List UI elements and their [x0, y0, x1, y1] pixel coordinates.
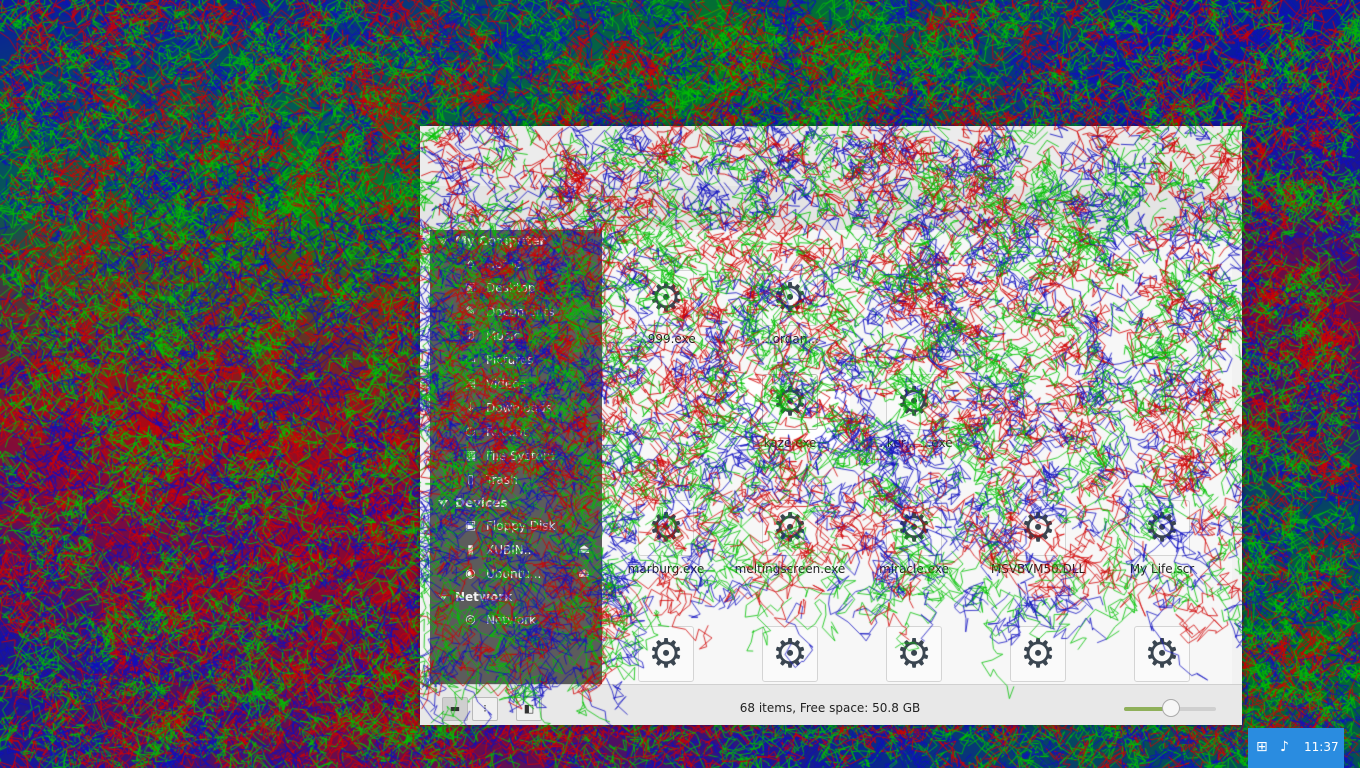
executable-gear-icon: ⚙: [762, 270, 818, 326]
collapse-triangle-icon: [438, 238, 448, 245]
sidebar-item-usb-drive[interactable]: ▮ XUBIN... ⏏: [430, 538, 602, 562]
executable-gear-icon: ⚙: [886, 626, 942, 682]
file-item[interactable]: ⚙: [978, 626, 1098, 684]
recent-icon: ◷: [465, 424, 476, 438]
clock[interactable]: 11:37: [1304, 739, 1339, 755]
floppy-icon: ▣: [464, 518, 477, 532]
zoom-slider-handle[interactable]: [1162, 699, 1180, 717]
folder-icon: ▬: [449, 702, 461, 715]
tree-icon: ⁝: [483, 702, 487, 715]
status-text: 68 items, Free space: 50.8 GB: [739, 701, 921, 715]
videos-icon: ▤: [464, 376, 477, 390]
sidebar-toggle-icon: ◧: [523, 702, 535, 715]
documents-icon: ✎: [465, 304, 476, 318]
eject-icon[interactable]: ⏏: [578, 538, 590, 562]
sidebar-item-videos[interactable]: ▤ Videos: [430, 372, 602, 396]
sidebar-header-network[interactable]: Network: [430, 586, 602, 608]
executable-gear-icon: ⚙: [1010, 500, 1066, 556]
sidebar-item-cdrom[interactable]: ◉ Ubuntu... ⏏: [430, 562, 602, 586]
cdrom-icon: ◉: [465, 566, 476, 580]
window-toolbar: [420, 186, 1242, 230]
pictures-icon: ▭: [464, 352, 477, 366]
executable-gear-icon: ⚙: [886, 374, 942, 430]
sidebar-section-devices: Devices ▣ Floppy Disk ▮ XUBIN... ⏏ ◉ Ubuntu.…: [430, 492, 602, 586]
network-icon[interactable]: ⊞: [1256, 739, 1268, 755]
file-item[interactable]: ⚙ My Life.scr: [1102, 500, 1222, 576]
file-manager-window[interactable]: My Computer ⌂ Home ▣ Desktop ✎ Documents ♫ M…: [420, 126, 1242, 725]
collapse-triangle-icon: [438, 500, 448, 507]
file-item[interactable]: ⚙: [730, 626, 850, 684]
sidebar-item-floppy[interactable]: ▣ Floppy Disk: [430, 514, 602, 538]
executable-gear-icon: ⚙: [762, 500, 818, 556]
sidebar-item-desktop[interactable]: ▣ Desktop: [430, 276, 602, 300]
sidebar-section-network: Network ◎ Network: [430, 586, 602, 632]
sidebar-item-documents[interactable]: ✎ Documents: [430, 300, 602, 324]
sidebar-item-music[interactable]: ♫ Music: [430, 324, 602, 348]
file-item[interactable]: ⚙ MSVBVM50.DLL: [978, 500, 1098, 576]
trash-icon: ▯: [467, 472, 474, 486]
executable-gear-icon: ⚙: [886, 500, 942, 556]
show-treeview-button[interactable]: ⁝: [472, 697, 498, 721]
file-item[interactable]: ⚙ meltingscreen.exe: [730, 500, 850, 576]
sidebar-item-home[interactable]: ⌂ Home: [430, 252, 602, 276]
music-icon: ♫: [465, 328, 476, 342]
collapse-triangle-icon: [438, 594, 448, 601]
file-grid[interactable]: ⚙ ...999.exe ⚙ ...organ... ⚙ kaze.exe ⚙ …: [602, 230, 1232, 684]
file-item[interactable]: ⚙: [854, 626, 974, 684]
sidebar-section-my-computer: My Computer ⌂ Home ▣ Desktop ✎ Documents ♫ M…: [430, 230, 602, 492]
sidebar-item-recent[interactable]: ◷ Recent: [430, 420, 602, 444]
usb-drive-icon: ▮: [467, 542, 474, 556]
sidebar-item-network[interactable]: ◎ Network: [430, 608, 602, 632]
executable-gear-icon: ⚙: [638, 270, 694, 326]
file-item[interactable]: ⚙: [1102, 626, 1222, 684]
executable-gear-icon: ⚙: [638, 626, 694, 682]
file-item[interactable]: ⚙ marburg.exe: [606, 500, 726, 576]
network-icon: ◎: [465, 612, 476, 626]
executable-gear-icon: ⚙: [762, 626, 818, 682]
file-item[interactable]: ⚙ ...999.exe: [606, 270, 726, 346]
system-tray: ⊞ ♪ 11:37: [1248, 728, 1344, 768]
volume-icon[interactable]: ♪: [1280, 739, 1289, 755]
sidebar: My Computer ⌂ Home ▣ Desktop ✎ Documents ♫ M…: [430, 230, 602, 684]
file-item[interactable]: ⚙ ...organ...: [730, 270, 850, 346]
eject-icon[interactable]: ⏏: [578, 562, 590, 586]
file-item[interactable]: ⚙ ...ker... ...exe: [854, 374, 974, 450]
sidebar-item-downloads[interactable]: ↓ Downloads: [430, 396, 602, 420]
window-titlebar[interactable]: [420, 126, 1242, 186]
executable-gear-icon: ⚙: [1134, 626, 1190, 682]
sidebar-item-pictures[interactable]: ▭ Pictures: [430, 348, 602, 372]
hide-sidebar-button[interactable]: ◧: [516, 697, 542, 721]
home-icon: ⌂: [466, 256, 475, 270]
executable-gear-icon: ⚙: [1010, 626, 1066, 682]
status-bar: ▬ ⁝ ◧ 68 items, Free space: 50.8 GB: [420, 684, 1242, 725]
file-item[interactable]: ⚙: [606, 626, 726, 684]
desktop-icon: ▣: [464, 280, 477, 294]
file-item[interactable]: ⚙ miracle.exe: [854, 500, 974, 576]
executable-gear-icon: ⚙: [1134, 500, 1190, 556]
sidebar-item-trash[interactable]: ▯ Trash: [430, 468, 602, 492]
sidebar-item-file-system[interactable]: ▦ File System: [430, 444, 602, 468]
sidebar-header-devices[interactable]: Devices: [430, 492, 602, 514]
sidebar-header-my-computer[interactable]: My Computer: [430, 230, 602, 252]
executable-gear-icon: ⚙: [762, 374, 818, 430]
executable-gear-icon: ⚙: [638, 500, 694, 556]
downloads-icon: ↓: [465, 400, 476, 414]
file-item-selected[interactable]: ⚙ kaze.exe: [730, 374, 850, 450]
filesystem-icon: ▦: [464, 448, 477, 462]
show-sidebar-places-button[interactable]: ▬: [442, 697, 468, 721]
